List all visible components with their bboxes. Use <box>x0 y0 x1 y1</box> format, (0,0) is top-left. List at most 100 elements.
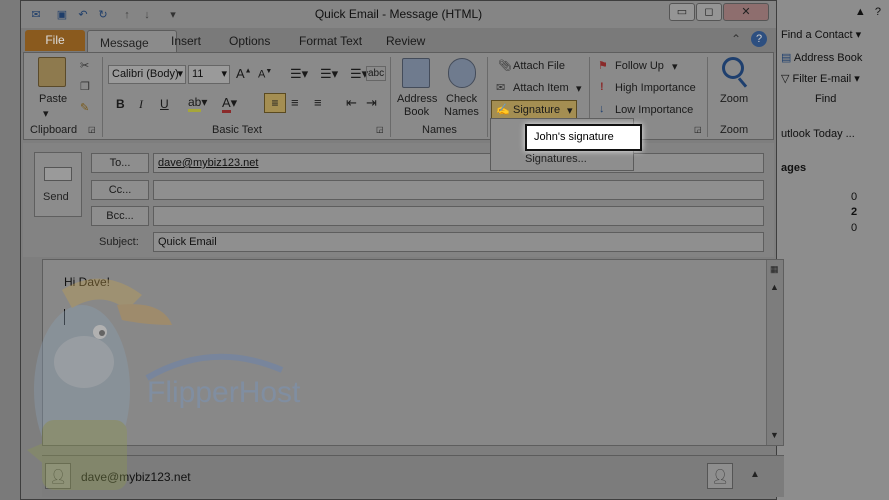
body-scrollbar[interactable]: ▦ ▲ ▼ <box>766 260 783 445</box>
tab-message-label: Message <box>100 36 149 50</box>
help-icon[interactable]: ? <box>751 31 767 47</box>
numbering-icon[interactable]: ☰▾ <box>320 66 338 82</box>
align-center-icon[interactable]: ≡ <box>291 95 299 110</box>
low-importance-icon: ↓ <box>599 103 605 115</box>
format-painter-icon[interactable]: ✎ <box>80 101 89 114</box>
to-button[interactable]: To... <box>91 153 149 173</box>
to-field[interactable]: dave@mybiz123.net <box>153 153 764 173</box>
tags-launcher-icon[interactable]: ◲ <box>694 125 702 134</box>
increase-indent-icon[interactable]: ⇥ <box>366 95 377 111</box>
scroll-down-icon[interactable]: ▼ <box>770 430 779 440</box>
outlook-today-link[interactable]: utlook Today ... <box>781 128 855 140</box>
people-pane-email[interactable]: dave@mybiz123.net <box>81 470 191 484</box>
check-names-icon[interactable] <box>448 58 476 88</box>
basic-text-launcher-icon[interactable]: ◲ <box>376 125 384 134</box>
magnifier-handle <box>737 77 748 88</box>
subject-label: Subject: <box>99 236 139 248</box>
clipboard-group-label: Clipboard <box>30 124 78 136</box>
address-book-button-line1[interactable]: Address <box>397 93 437 105</box>
follow-up-dropdown-icon[interactable]: ▾ <box>672 60 678 73</box>
filter-email-button[interactable]: ▽ Filter E-mail ▾ <box>781 72 860 85</box>
flag-icon: ⚑ <box>598 60 608 72</box>
attach-file-button[interactable]: Attach File <box>513 60 565 72</box>
clear-formatting-icon[interactable]: abc <box>366 66 387 81</box>
message-body[interactable]: Hi Dave! ▦ ▲ ▼ <box>42 259 784 446</box>
text-cursor <box>64 309 65 325</box>
message-window: ✉ ▣ ↶ ↻ ↑ ↓ ▾ Quick Email - Message (HTM… <box>20 0 784 500</box>
font-color-icon[interactable]: A▾ <box>222 95 237 113</box>
title-bar: ✉ ▣ ↶ ↻ ↑ ↓ ▾ Quick Email - Message (HTM… <box>21 1 776 28</box>
align-right-icon[interactable]: ≡ <box>314 95 322 110</box>
divider <box>102 57 103 137</box>
bcc-button[interactable]: Bcc... <box>91 206 149 226</box>
ruler-toggle-icon[interactable]: ▦ <box>770 264 779 275</box>
grow-font-icon[interactable]: A▲ <box>236 66 252 81</box>
send-button[interactable]: Send <box>34 152 82 217</box>
copy-icon[interactable]: ❐ <box>80 80 90 93</box>
signatures-menu-item[interactable]: Signatures... <box>525 153 587 165</box>
paste-dropdown-icon[interactable]: ▾ <box>43 107 49 120</box>
tab-review[interactable]: Review <box>386 34 425 48</box>
follow-up-button[interactable]: Follow Up <box>615 60 664 72</box>
highlight-icon[interactable]: ab▾ <box>188 95 207 112</box>
ribbon-tabs: File Message Insert Options Format Text … <box>21 28 776 54</box>
maximize-button[interactable]: ◻ <box>696 3 722 21</box>
bcc-field[interactable] <box>153 206 764 226</box>
attach-item-button[interactable]: Attach Item <box>513 82 569 94</box>
cc-field[interactable] <box>153 180 764 200</box>
divider <box>390 57 391 137</box>
minimize-button[interactable]: ▭ <box>669 3 695 21</box>
signature-dropdown-icon: ▾ <box>567 105 573 117</box>
shrink-font-icon[interactable]: A▼ <box>258 68 272 81</box>
send-label: Send <box>43 191 69 203</box>
bullets-icon[interactable]: ☰▾ <box>290 66 308 82</box>
filter-icon: ▽ <box>781 73 790 85</box>
cc-button[interactable]: Cc... <box>91 180 149 200</box>
tab-options[interactable]: Options <box>229 34 270 48</box>
bold-icon[interactable]: B <box>116 97 125 111</box>
message-header: Send To... dave@mybiz123.net Cc... Bcc..… <box>23 143 774 257</box>
scroll-up-icon[interactable]: ▲ <box>770 282 779 292</box>
close-button[interactable]: ✕ <box>723 3 769 21</box>
paste-icon[interactable] <box>38 57 66 87</box>
underline-icon[interactable]: U <box>160 97 169 111</box>
count-inbox: 0 <box>851 191 858 203</box>
address-book-button[interactable]: ▤ Address Book <box>781 51 862 64</box>
johns-signature-menu-item[interactable]: John's signature <box>525 124 642 151</box>
tab-format-text[interactable]: Format Text <box>299 34 362 48</box>
contact-avatar[interactable]: 👤︎ <box>45 463 71 489</box>
bg-window-controls[interactable]: ▲ ? <box>855 6 881 18</box>
decrease-indent-icon[interactable]: ⇤ <box>346 95 357 111</box>
low-importance-button[interactable]: Low Importance <box>615 104 693 116</box>
filter-email-label: Filter E-mail <box>792 73 852 85</box>
address-book-icon[interactable] <box>402 58 430 88</box>
tab-message[interactable]: Message <box>87 30 177 54</box>
expand-people-pane-icon[interactable]: ▲ <box>750 469 760 480</box>
find-contact-box[interactable]: Find a Contact ▾ <box>781 28 861 41</box>
font-size-select[interactable]: 11 ▾ <box>188 65 230 84</box>
address-book-button-line2[interactable]: Book <box>404 106 429 118</box>
names-group-label: Names <box>422 124 457 136</box>
tab-file[interactable]: File <box>25 30 85 51</box>
contact-avatar-large[interactable]: 👤︎ <box>707 463 733 489</box>
font-name-select[interactable]: Calibri (Body) ▾ <box>108 65 186 84</box>
cut-icon[interactable]: ✂ <box>80 59 89 72</box>
check-names-button-line1[interactable]: Check <box>446 93 477 105</box>
high-importance-button[interactable]: High Importance <box>615 82 696 94</box>
tab-insert[interactable]: Insert <box>171 34 201 48</box>
to-recipient[interactable]: dave@mybiz123.net <box>158 157 258 169</box>
magnifier-icon[interactable] <box>722 57 744 79</box>
attach-item-dropdown-icon[interactable]: ▾ <box>576 82 582 95</box>
signature-icon: ✍ <box>496 104 510 116</box>
paste-button[interactable]: Paste <box>39 93 67 105</box>
basic-text-group-label: Basic Text <box>212 124 262 136</box>
address-book-icon: ▤ <box>781 52 792 64</box>
collapse-ribbon-icon[interactable]: ⌃ <box>731 32 741 46</box>
zoom-button[interactable]: Zoom <box>720 93 748 105</box>
check-names-button-line2[interactable]: Names <box>444 106 479 118</box>
align-left-icon[interactable]: ≡ <box>264 93 286 113</box>
clipboard-launcher-icon[interactable]: ◲ <box>88 125 96 134</box>
signature-button[interactable]: ✍ Signature ▾ <box>491 100 577 120</box>
subject-field[interactable]: Quick Email <box>153 232 764 252</box>
italic-icon[interactable]: I <box>139 97 143 112</box>
